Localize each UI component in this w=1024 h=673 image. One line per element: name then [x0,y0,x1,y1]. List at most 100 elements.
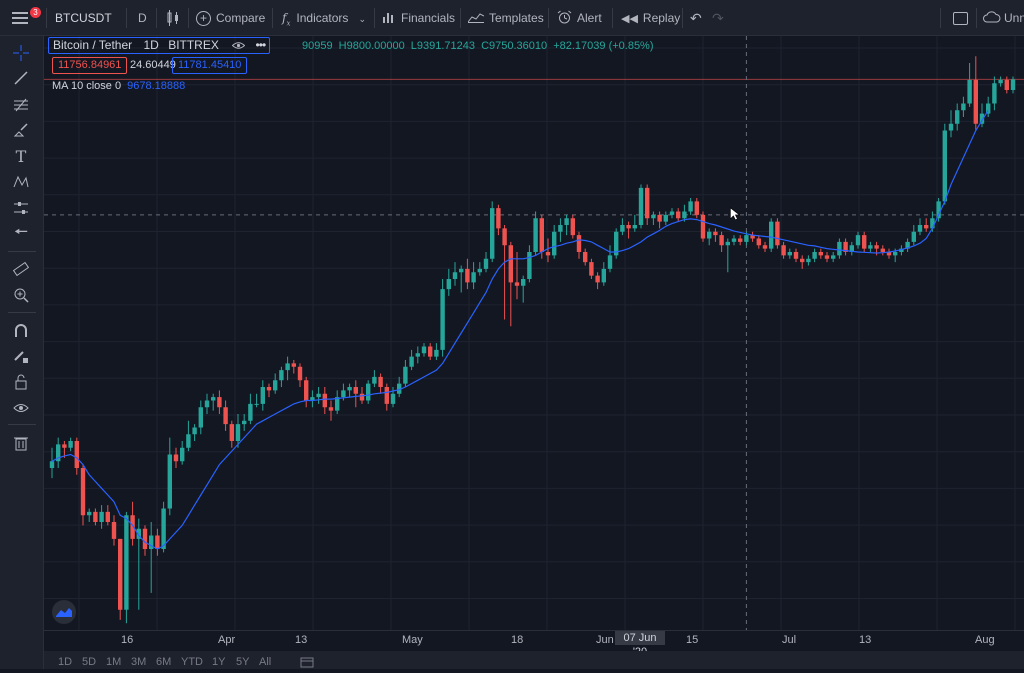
brush-icon [13,123,28,137]
candle-body [459,268,464,273]
candle-body [756,238,761,246]
price-chart[interactable] [44,36,1024,630]
back-tool[interactable]: 🠔 [10,223,32,245]
candle-body [924,225,929,229]
candle-body [217,397,222,408]
text-tool[interactable]: T [10,145,32,167]
legend-interval: 1D [143,38,159,52]
candle-body [421,346,427,354]
range-button-1d[interactable]: 1D [58,656,72,668]
layout-button[interactable] [953,0,968,36]
time-axis[interactable] [44,630,1024,651]
remove-drawings-tool[interactable] [10,432,32,454]
templates-button[interactable]: Templates [467,0,544,36]
magnet-tool[interactable] [10,320,32,342]
symbol-search-button[interactable]: BTCUSDT [55,0,112,36]
ma-value: 9678.18888 [127,80,186,92]
pattern-tool[interactable] [10,171,32,193]
candle-body [744,235,749,242]
candle-body [583,252,588,263]
ask-price-box[interactable]: 11781.45410 [172,57,248,74]
tradingview-logo[interactable] [52,600,76,624]
legend-exchange: BITTREX [168,38,219,52]
cloud-icon [983,11,1001,23]
candle-body [545,252,551,256]
compare-button[interactable]: + Compare [196,0,265,36]
lock-tool[interactable] [10,371,32,393]
candle-body [198,407,203,428]
candle-body [521,279,526,286]
compare-label: Compare [216,11,266,25]
drawing-toolbar: T 🠔 [0,36,44,669]
fib-tool[interactable] [10,94,32,116]
candle-body [173,454,179,462]
time-axis-label: 15 [686,634,699,646]
rewind-icon: ◀◀ [621,13,638,25]
bid-price-box[interactable]: 11756.84961 [52,57,128,74]
candle-body [508,245,513,283]
symbol-legend[interactable]: Bitcoin / Tether 1D BITTREX ••• [48,37,271,54]
candle-body [645,187,650,219]
range-button-3m[interactable]: 3M [131,656,146,668]
prediction-icon [14,202,28,214]
candle-body [93,511,98,522]
toolbar-divider [272,8,273,28]
ma-legend[interactable]: MA 10 close 0 9678.18888 [52,80,185,92]
eye-icon[interactable] [231,39,246,54]
go-to-date-button[interactable] [300,655,314,673]
trend-line-tool[interactable] [10,67,32,89]
candle-body [105,511,110,522]
cloud-save-button[interactable]: Unn [983,0,1024,36]
top-toolbar: 3 BTCUSDT D + Compare fx Indicators ⌄ Finan… [0,0,1024,36]
candle-body [322,393,327,408]
crosshair-tool[interactable] [10,42,32,64]
brush-tool[interactable] [10,119,32,141]
range-button-5d[interactable]: 5D [82,656,96,668]
hide-drawings-tool[interactable] [10,397,32,419]
range-button-1m[interactable]: 1M [106,656,121,668]
candle-body [775,221,780,246]
ruler-tool[interactable] [10,258,32,280]
templates-label: Templates [489,11,544,25]
range-button-6m[interactable]: 6M [156,656,171,668]
candle-body [465,268,470,283]
toolbar-divider [156,8,157,28]
stay-in-drawing-tool[interactable] [10,345,32,367]
eye-icon [13,404,29,412]
range-button-ytd[interactable]: YTD [181,656,203,668]
ruler-icon [13,261,29,277]
range-button-1y[interactable]: 1Y [212,656,225,668]
time-axis-label: May [402,634,423,646]
more-icon[interactable]: ••• [256,38,267,52]
zoom-tool[interactable] [10,284,32,306]
interval-button[interactable]: D [138,0,147,36]
candle-body [651,214,656,219]
menu-button[interactable] [12,0,28,36]
chart-type-button[interactable] [166,0,180,36]
candle-body [607,255,613,269]
candle-body [676,211,681,219]
candle-body [285,363,290,371]
financials-button[interactable]: Financials [382,0,455,36]
text-icon: T [15,146,27,166]
high-value: H9800.00000 [338,40,405,52]
candle-body [725,241,730,246]
indicators-button[interactable]: fx Indicators ⌄ [282,0,366,36]
candle-body [831,255,836,259]
notification-badge: 3 [30,7,41,18]
pencil-lock-icon [14,351,28,363]
replay-button[interactable]: ◀◀ Replay [621,0,680,36]
undo-button[interactable]: ↶ [690,0,702,36]
candle-body [180,447,185,462]
alert-button[interactable]: Alert [557,0,602,36]
candle-body [818,252,823,256]
candles-icon [167,10,178,26]
prediction-tool[interactable] [10,197,32,219]
candle-body [452,272,458,279]
time-axis-label: 13 [859,634,872,646]
sidebar-divider [8,312,36,313]
range-button-5y[interactable]: 5Y [236,656,249,668]
redo-button[interactable]: ↷ [712,0,724,36]
candle-body [638,187,644,225]
range-button-all[interactable]: All [259,656,271,668]
